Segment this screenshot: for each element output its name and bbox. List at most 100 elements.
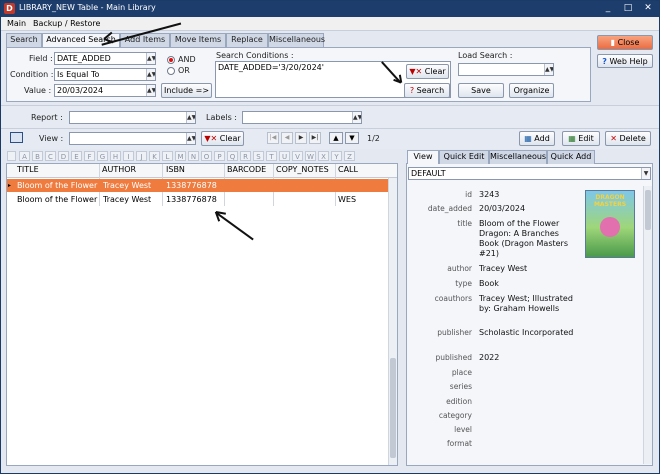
alpha-letter[interactable]: Q (227, 151, 238, 161)
previous-page-icon[interactable]: ◀ (281, 132, 293, 144)
field-label: Field : (29, 54, 53, 63)
detail-label: date_added (427, 204, 472, 213)
clear-icon: ▼✕ (409, 67, 423, 76)
alpha-letter[interactable]: X (318, 151, 329, 161)
tab-view[interactable]: View (407, 150, 439, 164)
alpha-letter[interactable]: T (266, 151, 277, 161)
title-bar[interactable]: D LIBRARY_NEW Table - Main Library _ □ ✕ (1, 1, 659, 17)
alpha-letter[interactable]: L (162, 151, 173, 161)
detail-value: Tracey West (479, 264, 528, 273)
menu-main[interactable]: Main (7, 19, 26, 28)
chevron-down-icon: ▲▼ (146, 85, 156, 96)
maximize-button[interactable]: □ (619, 2, 637, 15)
close-button[interactable]: ▮ Close (597, 35, 653, 50)
clear-conditions-button[interactable]: ▼✕ Clear (406, 64, 449, 79)
alpha-letter[interactable]: J (136, 151, 147, 161)
window-title: LIBRARY_NEW Table - Main Library (19, 3, 156, 12)
clear-view-button[interactable]: ▼✕ Clear (201, 131, 244, 146)
condition-select[interactable]: Is Equal To ▲▼ (54, 68, 156, 81)
include-button[interactable]: Include => (161, 83, 212, 98)
column-header-isbn[interactable]: ISBN (166, 165, 185, 174)
delete-record-button[interactable]: ✕ Delete (605, 131, 651, 146)
table-row[interactable]: ▸ Bloom of the Flower I Tracey West 1338… (7, 179, 388, 192)
cell-author: Tracey West (103, 181, 152, 190)
alpha-letter[interactable]: B (32, 151, 43, 161)
row-pointer-icon: ▸ (8, 182, 12, 189)
edit-record-button[interactable]: ▦ Edit (562, 131, 600, 146)
alpha-letter[interactable]: R (240, 151, 251, 161)
report-select[interactable]: ▲▼ (69, 111, 196, 124)
detail-label: published (435, 353, 472, 362)
alpha-letter[interactable]: F (84, 151, 95, 161)
grid-view-icon[interactable] (10, 132, 23, 143)
alpha-letter[interactable]: G (97, 151, 108, 161)
search-button[interactable]: ? Search (404, 83, 450, 98)
add-record-button[interactable]: ▦ Add (519, 131, 555, 146)
alpha-letter[interactable]: D (58, 151, 69, 161)
tab-miscellaneous[interactable]: Miscellaneous (268, 33, 325, 47)
field-select[interactable]: DATE_ADDED ▲▼ (54, 52, 156, 65)
tab-replace[interactable]: Replace (226, 33, 268, 47)
scroll-down-icon[interactable]: ▼ (345, 132, 359, 144)
alpha-letter[interactable]: N (188, 151, 199, 161)
scroll-up-icon[interactable]: ▲ (329, 132, 343, 144)
organize-button[interactable]: Organize (509, 83, 554, 98)
tab-search[interactable]: Search (6, 33, 42, 47)
value-input[interactable]: 20/03/2024 ▲▼ (54, 84, 156, 97)
and-radio[interactable] (167, 56, 175, 64)
table-row[interactable]: Bloom of the Flower I Tracey West 133877… (7, 193, 388, 206)
alpha-letter[interactable]: V (292, 151, 303, 161)
page-indicator: 1/2 (367, 134, 380, 143)
alpha-letter[interactable]: I (123, 151, 134, 161)
detail-scrollbar-thumb[interactable] (645, 190, 651, 230)
menu-backup-restore[interactable]: Backup / Restore (33, 19, 100, 28)
close-window-button[interactable]: ✕ (639, 2, 657, 15)
detail-label: edition (446, 397, 472, 406)
column-header-barcode[interactable]: BARCODE (227, 165, 266, 174)
save-search-button[interactable]: Save (458, 83, 504, 98)
grid-scrollbar-thumb[interactable] (390, 358, 396, 458)
layout-select[interactable]: DEFAULT ▼ (408, 167, 651, 180)
detail-label: place (451, 368, 472, 377)
view-select[interactable]: ▲▼ (69, 132, 196, 145)
grid-scrollbar[interactable] (388, 178, 397, 465)
alpha-letter[interactable]: S (253, 151, 264, 161)
tab-move-items[interactable]: Move Items (170, 33, 226, 47)
first-page-icon[interactable]: |◀ (267, 132, 279, 144)
last-page-icon[interactable]: ▶| (309, 132, 321, 144)
or-radio[interactable] (167, 67, 175, 75)
alpha-letter[interactable]: W (305, 151, 316, 161)
detail-value: Tracey West; Illustrated by: Graham Howe… (479, 294, 573, 313)
alpha-letter[interactable]: E (71, 151, 82, 161)
tab-quick-edit[interactable]: Quick Edit (439, 150, 489, 164)
load-search-label: Load Search : (458, 51, 513, 60)
next-page-icon[interactable]: ▶ (295, 132, 307, 144)
alpha-letter[interactable]: H (110, 151, 121, 161)
alpha-letter[interactable]: Y (331, 151, 342, 161)
tab-detail-miscellaneous[interactable]: Miscellaneous (489, 150, 547, 164)
alpha-letter[interactable]: A (19, 151, 30, 161)
web-help-button[interactable]: ? Web Help (597, 54, 653, 68)
minimize-button[interactable]: _ (599, 2, 617, 15)
alpha-letter[interactable]: O (201, 151, 212, 161)
column-header-author[interactable]: AUTHOR (102, 165, 136, 174)
app-icon: D (4, 3, 15, 14)
alpha-letter[interactable]: P (214, 151, 225, 161)
column-header-copy-notes[interactable]: COPY_NOTES (276, 165, 329, 174)
help-icon: ? (602, 57, 607, 66)
detail-value: Book (479, 279, 499, 288)
alpha-letter[interactable]: M (175, 151, 186, 161)
alpha-letter[interactable]: C (45, 151, 56, 161)
tab-add-items[interactable]: Add Items (120, 33, 170, 47)
column-header-title[interactable]: TITLE (17, 165, 39, 174)
tab-quick-add[interactable]: Quick Add (547, 150, 595, 164)
filter-checkbox[interactable] (7, 151, 16, 161)
detail-scrollbar[interactable] (643, 186, 652, 464)
alpha-letter[interactable]: Z (344, 151, 355, 161)
labels-select[interactable]: ▲▼ (242, 111, 362, 124)
column-header-call[interactable]: CALL (338, 165, 358, 174)
alpha-letter[interactable]: K (149, 151, 160, 161)
load-search-select[interactable]: ▲▼ (458, 63, 554, 76)
alpha-letter[interactable]: U (279, 151, 290, 161)
condition-label: Condition : (10, 70, 54, 79)
